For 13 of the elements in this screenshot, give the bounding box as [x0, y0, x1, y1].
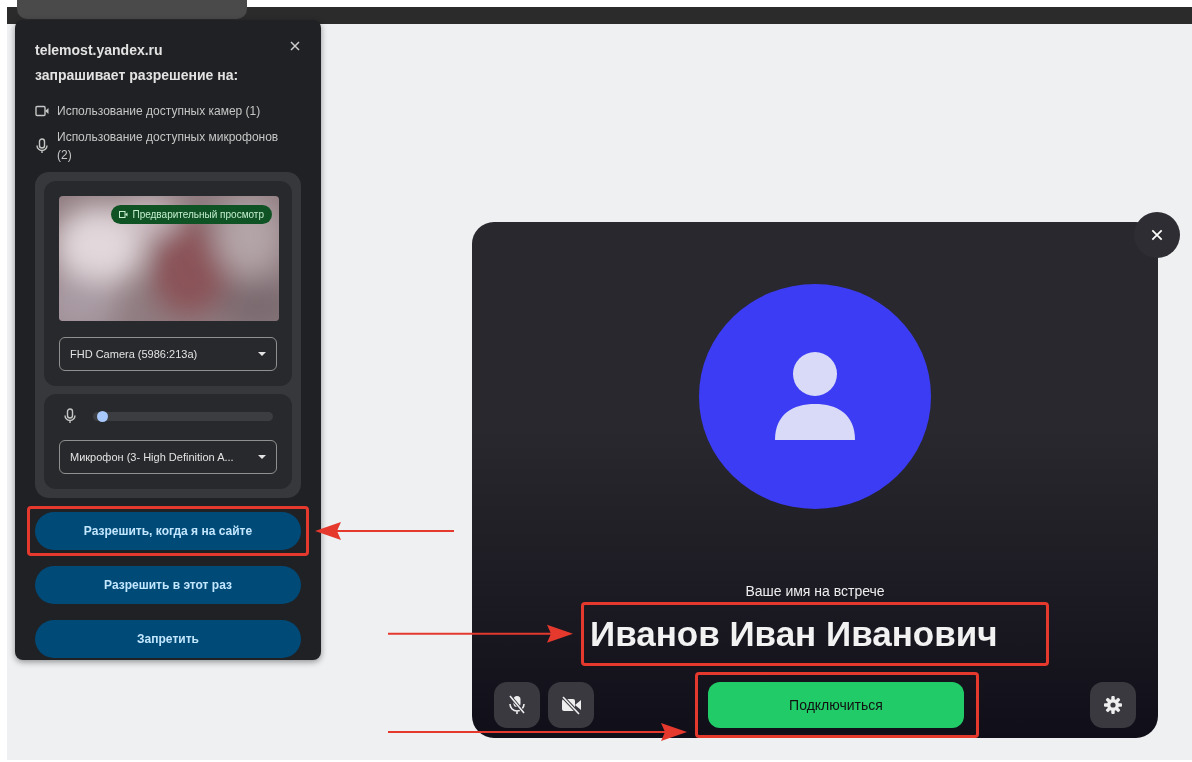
permission-button[interactable]: Запретить: [35, 620, 301, 658]
permission-text: Использование доступных камер (1): [57, 103, 262, 120]
permission-text: Использование доступных микрофонов (2): [57, 129, 280, 164]
camera-select[interactable]: FHD Camera (5986:213a): [59, 337, 277, 371]
permission-button[interactable]: Разрешить в этот раз: [35, 566, 301, 604]
connect-button[interactable]: Подключиться: [708, 682, 964, 728]
name-label: Ваше имя на встрече: [745, 581, 885, 601]
permission-button[interactable]: Разрешить, когда я на сайте: [35, 512, 301, 550]
popup-subtitle: запрашивает разрешение на:: [34, 66, 239, 85]
preview-badge: Предварительный просмотр: [111, 205, 272, 224]
name-field[interactable]: Иванов Иван Иванович: [581, 601, 1049, 666]
microphone-select[interactable]: Микрофон (3- High Definition A...: [59, 440, 277, 474]
site-name: telemost.yandex.ru: [34, 41, 164, 60]
